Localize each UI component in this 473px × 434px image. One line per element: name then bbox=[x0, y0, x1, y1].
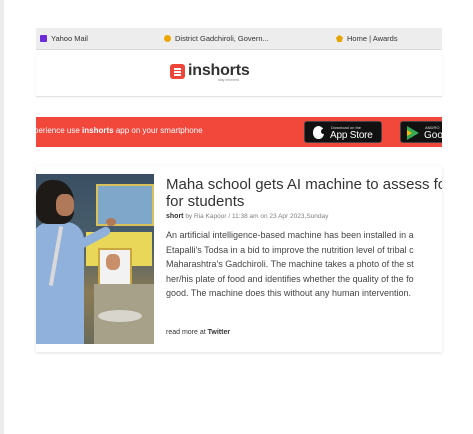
award-trophy-icon bbox=[336, 35, 343, 42]
banner-text-before: perience use bbox=[36, 126, 83, 135]
image-food-plate bbox=[98, 310, 142, 322]
browser-screen: Yahoo Mail District Gadchiroli, Govern..… bbox=[0, 0, 473, 434]
image-student-face bbox=[56, 194, 74, 216]
banner-brand: inshorts bbox=[82, 126, 114, 135]
news-card: Maha school gets AI machine to assess fo… bbox=[36, 166, 442, 352]
article-body: An artificial intelligence-based machine… bbox=[166, 228, 442, 301]
yahoo-mail-icon bbox=[40, 35, 47, 42]
byline-by: by bbox=[185, 213, 193, 220]
google-play-label: Goo bbox=[424, 130, 442, 141]
short-label: short bbox=[166, 213, 184, 220]
government-emblem-icon bbox=[164, 35, 171, 42]
site-header: inshorts stay informed bbox=[36, 50, 442, 97]
bookmarks-bar: Yahoo Mail District Gadchiroli, Govern..… bbox=[36, 28, 442, 50]
app-store-label: App Store bbox=[330, 130, 373, 141]
bookmark-label: District Gadchiroli, Govern... bbox=[175, 34, 269, 43]
app-store-button[interactable]: Download on the App Store bbox=[304, 121, 382, 143]
article-title-line1[interactable]: Maha school gets AI machine to assess fo… bbox=[166, 176, 442, 193]
google-play-icon bbox=[407, 126, 419, 140]
body-line: Etapalli's Todsa in a bid to improve the… bbox=[166, 244, 414, 255]
read-more-source-link[interactable]: Twitter bbox=[208, 329, 230, 336]
apple-icon bbox=[313, 126, 325, 139]
article-byline: short by Ria Kapoor / 11:38 am on 23 Apr… bbox=[166, 213, 328, 220]
body-line: Maharashtra's Gadchiroli. The machine ta… bbox=[166, 259, 414, 269]
bookmark-district-gadchiroli[interactable]: District Gadchiroli, Govern... bbox=[164, 34, 269, 43]
body-line: her/his plate of food and identifies whe… bbox=[166, 273, 414, 284]
image-screen-face bbox=[106, 254, 120, 270]
body-line: good. The machine does this without any … bbox=[166, 288, 411, 298]
google-play-button[interactable]: ANDRO Goo bbox=[400, 121, 442, 143]
window-edge bbox=[0, 0, 4, 434]
app-promo-banner: perience use inshorts app on your smartp… bbox=[36, 117, 442, 147]
article-image[interactable] bbox=[36, 174, 154, 344]
bookmark-home-awards[interactable]: Home | Awards bbox=[336, 34, 398, 43]
banner-text-after: app on your smartphone bbox=[113, 126, 203, 135]
image-student-hand bbox=[106, 218, 116, 226]
banner-text: perience use inshorts app on your smartp… bbox=[36, 126, 203, 135]
inshorts-logo-icon bbox=[170, 63, 185, 79]
bookmark-label: Yahoo Mail bbox=[51, 34, 88, 43]
bookmark-label: Home | Awards bbox=[347, 34, 398, 43]
read-more: read more at Twitter bbox=[166, 329, 230, 336]
logo-tagline: stay informed bbox=[218, 78, 240, 82]
article-timestamp: / 11:38 am on 23 Apr 2023,Sunday bbox=[228, 213, 329, 220]
author-name: Ria Kapoor bbox=[194, 213, 227, 220]
article-title-line2[interactable]: for students bbox=[166, 193, 442, 210]
inshorts-logo[interactable]: inshorts stay informed bbox=[170, 62, 250, 82]
bookmark-yahoo-mail[interactable]: Yahoo Mail bbox=[40, 34, 88, 43]
body-line: An artificial intelligence-based machine… bbox=[166, 230, 414, 240]
read-more-prefix: read more at bbox=[166, 329, 206, 336]
image-poster bbox=[96, 184, 154, 226]
